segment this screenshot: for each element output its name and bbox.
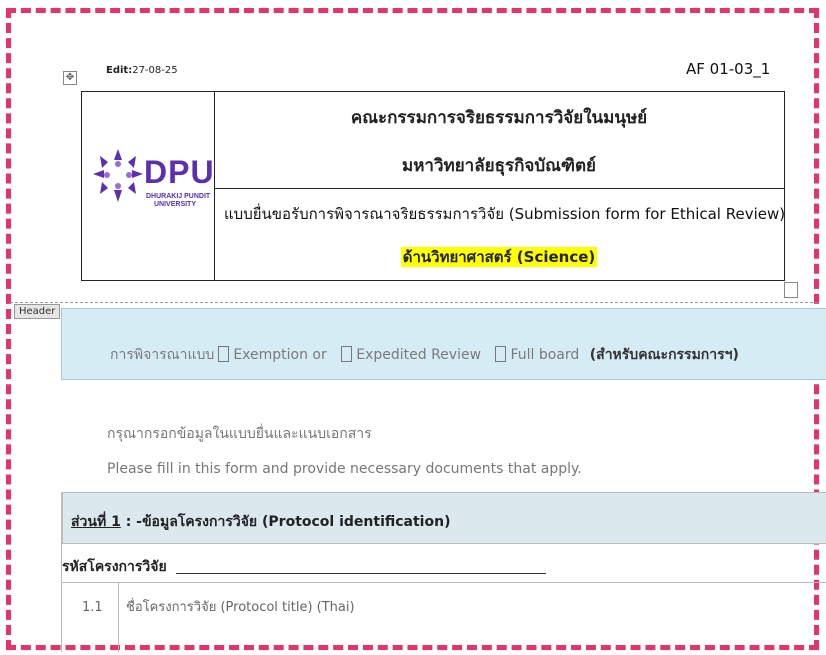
exemption-label: Exemption or	[233, 347, 327, 363]
full-board-label: Full board	[510, 347, 580, 363]
logo-cell: DPU DHURAKIJ PUNDIT UNIVERSITY	[82, 92, 215, 280]
table-move-handle-icon[interactable]: ✥	[63, 71, 77, 85]
logo-subtext: DHURAKIJ PUNDIT UNIVERSITY	[146, 193, 211, 208]
expedited-checkbox[interactable]	[341, 346, 353, 362]
protocol-code-row: รหัสโครงการวิจัย	[62, 544, 826, 583]
form-title: แบบยื่นขอรับการพิจารณาจริยธรรมการวิจัย (…	[224, 205, 786, 223]
full-board-checkbox[interactable]	[495, 346, 507, 362]
exemption-checkbox[interactable]	[218, 346, 230, 362]
logo-text: DPU	[144, 154, 215, 190]
review-type-box: การพิจารณาแบบ Exemption or Expedited Revi…	[61, 308, 826, 380]
form-category-highlight: ด้านวิทยาศาสตร์ (Science)	[400, 247, 598, 267]
table-resize-handle[interactable]	[784, 282, 798, 298]
protocol-code-field[interactable]	[176, 573, 546, 574]
item-separator	[118, 582, 119, 652]
dpu-logo-star-icon	[93, 149, 143, 202]
form-title-cell: แบบยื่นขอรับการพิจารณาจริยธรรมการวิจัย (…	[214, 188, 786, 280]
item-1-1-row: 1.1 ชื่อโครงการวิจัย (Protocol title) (T…	[62, 582, 826, 652]
item-1-1-number: 1.1	[82, 600, 103, 615]
section1-header: ส่วนที่ 1 : -ข้อมูลโครงการวิจัย (Protoco…	[62, 492, 826, 544]
instructions-thai: กรุณากรอกข้อมูลในแบบยื่นและแนบเอกสาร	[107, 426, 372, 442]
section1-label: ส่วนที่ 1	[71, 514, 121, 530]
expedited-label: Expedited Review	[356, 347, 482, 363]
protocol-code-label: รหัสโครงการวิจัย	[62, 559, 167, 575]
university-name: มหาวิทยาลัยธุรกิจบัณฑิตย์	[401, 156, 597, 176]
section1-title: : -ข้อมูลโครงการวิจัย (Protocol identifi…	[125, 514, 451, 530]
form-code: AF 01-03_1	[686, 60, 771, 78]
review-note: (สำหรับคณะกรรมการฯ)	[589, 347, 739, 363]
title-cell: คณะกรรมการจริยธรรมการวิจัยในมนุษย์ มหาวิ…	[214, 92, 784, 189]
instructions-english: Please fill in this form and provide nec…	[107, 461, 582, 477]
section1-table: ส่วนที่ 1 : -ข้อมูลโครงการวิจัย (Protoco…	[61, 492, 826, 652]
committee-name: คณะกรรมการจริยธรรมการวิจัยในมนุษย์	[350, 108, 648, 128]
header-table: DPU DHURAKIJ PUNDIT UNIVERSITY คณะกรรมกา…	[81, 91, 785, 281]
edit-date-label: Edit:27-08-25	[106, 65, 178, 76]
review-prefix: การพิจารณาแบบ	[110, 347, 215, 363]
review-type-line: การพิจารณาแบบ Exemption or Expedited Revi…	[110, 344, 739, 366]
item-1-1-label: ชื่อโครงการวิจัย (Protocol title) (Thai)	[126, 600, 355, 615]
header-divider	[10, 302, 818, 303]
header-tab[interactable]: Header	[14, 304, 61, 319]
